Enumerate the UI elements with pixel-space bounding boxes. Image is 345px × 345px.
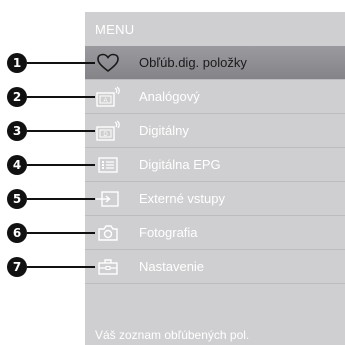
callout-leader bbox=[27, 62, 95, 64]
callout-7: 7 bbox=[7, 257, 27, 277]
callout-2: 2 bbox=[7, 87, 27, 107]
callout-6: 6 bbox=[7, 223, 27, 243]
callout-leader bbox=[27, 164, 95, 166]
callout-1: 1 bbox=[7, 53, 27, 73]
callout-leader bbox=[27, 130, 95, 132]
callout-4: 4 bbox=[7, 155, 27, 175]
callout-leader bbox=[27, 198, 95, 200]
callout-3: 3 bbox=[7, 121, 27, 141]
callout-layer: 1 2 3 4 5 6 7 bbox=[0, 0, 345, 345]
callout-leader bbox=[27, 266, 95, 268]
callout-leader bbox=[27, 232, 95, 234]
callout-5: 5 bbox=[7, 189, 27, 209]
callout-leader bbox=[27, 96, 95, 98]
